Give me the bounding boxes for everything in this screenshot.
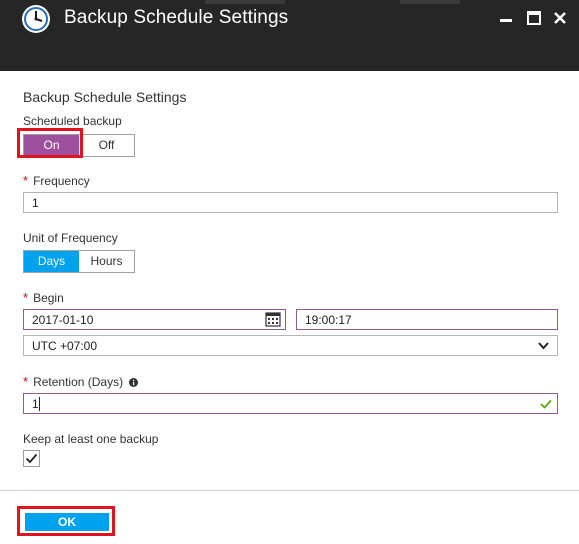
begin-date-value: 2017-01-10 — [32, 313, 94, 327]
highlight-box — [17, 128, 83, 158]
text-cursor — [39, 397, 40, 411]
retention-input[interactable]: 1 — [23, 393, 558, 414]
close-icon[interactable] — [550, 8, 570, 28]
retention-label-text: Retention (Days) — [33, 375, 124, 389]
info-icon[interactable] — [129, 378, 139, 387]
minimize-icon[interactable] — [496, 8, 516, 28]
unit-hours-button[interactable]: Hours — [79, 251, 134, 272]
begin-label-text: Begin — [33, 291, 64, 305]
scheduled-backup-label: Scheduled backup — [23, 114, 122, 128]
window-title: Backup Schedule Settings — [64, 7, 289, 28]
highlight-box — [17, 506, 115, 536]
calendar-icon[interactable] — [265, 312, 281, 327]
frequency-input[interactable]: 1 — [23, 192, 558, 213]
retention-value: 1 — [32, 397, 39, 411]
keep-backup-checkbox[interactable] — [23, 450, 40, 467]
clock-icon — [22, 5, 50, 33]
frequency-value: 1 — [32, 196, 39, 210]
frequency-label: * Frequency — [23, 173, 90, 188]
checkmark-icon — [25, 453, 38, 464]
begin-time-value: 19:00:17 — [305, 313, 352, 327]
maximize-icon[interactable] — [524, 8, 544, 28]
title-bar: Backup Schedule Settings — [0, 0, 579, 71]
unit-of-frequency-label: Unit of Frequency — [23, 231, 118, 245]
unit-days-button[interactable]: Days — [24, 251, 79, 272]
footer-divider — [0, 490, 579, 491]
section-title: Backup Schedule Settings — [23, 89, 187, 105]
timezone-value: UTC +07:00 — [32, 339, 98, 353]
begin-date-input[interactable]: 2017-01-10 — [23, 309, 286, 330]
required-marker: * — [23, 290, 29, 305]
required-marker: * — [23, 173, 29, 188]
required-marker: * — [23, 374, 29, 389]
retention-label: * Retention (Days) — [23, 374, 139, 389]
keep-backup-label: Keep at least one backup — [23, 432, 159, 446]
begin-time-input[interactable]: 19:00:17 — [296, 309, 558, 330]
begin-label: * Begin — [23, 290, 64, 305]
unit-of-frequency-toggle: Days Hours — [23, 250, 135, 273]
valid-check-icon — [540, 399, 552, 409]
scheduled-backup-off-button[interactable]: Off — [79, 135, 134, 156]
timezone-select[interactable]: UTC +07:00 — [23, 335, 558, 356]
title-bar-stripe — [205, 0, 285, 4]
title-bar-stripe — [400, 0, 460, 4]
frequency-label-text: Frequency — [33, 174, 90, 188]
chevron-down-icon — [538, 342, 549, 350]
